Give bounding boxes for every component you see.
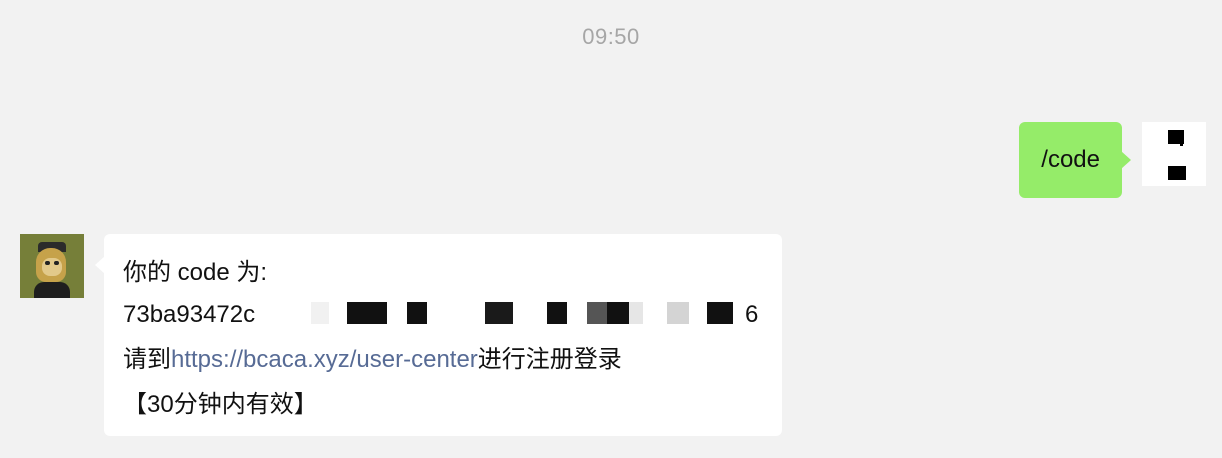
avatar-body [34, 282, 70, 298]
code-heading: 你的 code 为: [123, 259, 268, 286]
user-center-link[interactable]: https://bcaca.xyz/user-center [171, 346, 478, 373]
redaction-block [547, 302, 567, 324]
redaction-block [347, 302, 387, 324]
instruction-suffix: 进行注册登录 [477, 346, 622, 373]
redaction-block [607, 302, 629, 324]
redaction-block [587, 302, 607, 324]
user-avatar[interactable] [1142, 122, 1206, 186]
code-prefix: 73ba93472c [123, 301, 256, 328]
redaction-block [629, 302, 643, 324]
outgoing-message: /code [1019, 122, 1206, 198]
avatar-redaction [1168, 130, 1184, 144]
incoming-message: 你的 code 为: 73ba93472c 6 请到https://bcaca.… [20, 234, 782, 436]
redaction-block [707, 302, 733, 324]
message-timestamp: 09:50 [582, 24, 640, 49]
code-suffix: 6 [745, 301, 759, 328]
instruction-prefix: 请到 [123, 346, 171, 373]
register-instruction: 请到https://bcaca.xyz/user-center进行注册登录 [123, 337, 762, 382]
avatar-eye [54, 261, 59, 265]
redaction-block [311, 302, 329, 324]
incoming-bubble[interactable]: 你的 code 为: 73ba93472c 6 请到https://bcaca.… [95, 234, 782, 436]
redaction-block [485, 302, 513, 324]
code-value[interactable]: 73ba93472c 6 [123, 292, 762, 337]
avatar-eye [45, 261, 50, 265]
bot-avatar[interactable] [20, 234, 84, 298]
outgoing-bubble[interactable]: /code [1019, 122, 1131, 198]
validity-note: 【30分钟内有效】 [123, 391, 318, 418]
chat-window: 09:50 /code 你的 code 为: 73ba93472c 6 请到ht… [0, 0, 1222, 458]
avatar-redaction [1168, 166, 1186, 180]
redaction-block [667, 302, 689, 324]
redaction-block [407, 302, 427, 324]
avatar-redaction [1180, 143, 1183, 146]
